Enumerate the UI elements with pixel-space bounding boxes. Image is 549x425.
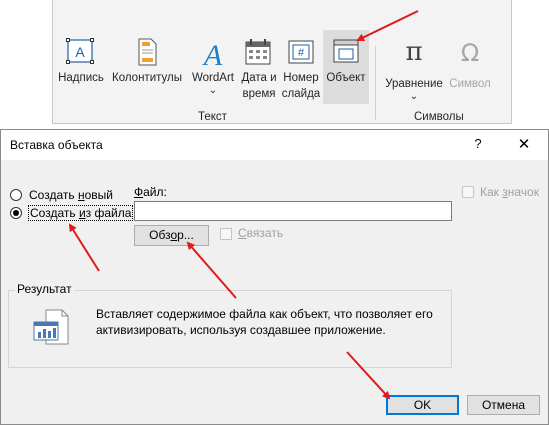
header-footer-label: Колонтитулы: [112, 72, 182, 84]
result-file-icon: [32, 308, 74, 348]
chevron-down-icon: ⌄: [409, 91, 419, 102]
result-label: Результат: [15, 282, 74, 296]
as-icon-checkbox[interactable]: [462, 186, 474, 198]
wordart-icon: A: [187, 36, 239, 72]
insert-object-dialog: Вставка объекта ? ✕ Создать новый Создат…: [0, 129, 549, 425]
group-label-text: Текст: [198, 111, 227, 123]
text-box-label: Надпись: [58, 72, 104, 84]
text-box-icon: A: [55, 36, 107, 70]
dialog-titlebar: Вставка объекта ? ✕: [1, 130, 548, 160]
pi-equation-icon: π: [381, 36, 447, 70]
slide-number-icon: #: [279, 36, 323, 70]
file-label: Файл:: [134, 185, 167, 199]
radio-create-new-label: Создать новый: [29, 188, 113, 202]
svg-text:A: A: [75, 44, 85, 60]
symbol-label: Символ: [449, 78, 491, 90]
date-time-label: Дата и время: [241, 72, 277, 100]
link-label: Связать: [238, 226, 284, 240]
svg-text:#: #: [298, 47, 305, 59]
omega-symbol-icon: Ω: [445, 36, 495, 70]
radio-create-from-file-label: Создать из файла: [27, 205, 134, 221]
dialog-title: Вставка объекта: [10, 138, 103, 152]
object-icon: [323, 36, 369, 70]
wordart-label: WordArt ⌄: [187, 70, 239, 96]
file-path-input[interactable]: [134, 201, 452, 221]
cancel-button[interactable]: Отмена: [467, 395, 540, 415]
ribbon-group-separator: [375, 46, 376, 120]
calendar-icon: [239, 36, 279, 70]
link-checkbox[interactable]: [220, 228, 232, 240]
svg-text:A: A: [202, 39, 223, 70]
object-button[interactable]: Объект: [323, 30, 369, 104]
help-button[interactable]: ?: [467, 136, 489, 154]
radio-circle[interactable]: [10, 189, 22, 201]
browse-button[interactable]: Обзор...: [134, 225, 209, 246]
close-icon[interactable]: ✕: [513, 135, 535, 155]
result-description: Вставляет содержимое файла как объект, ч…: [96, 307, 433, 337]
as-icon-label: Как значок: [480, 185, 539, 199]
group-label-symbols: Символы: [414, 111, 464, 123]
object-label: Объект: [326, 72, 366, 84]
slide-number-label: Номер слайда: [281, 72, 321, 100]
chevron-down-icon: ⌄: [208, 85, 218, 96]
radio-circle-checked[interactable]: [10, 207, 22, 219]
svg-text:Ω: Ω: [461, 39, 479, 67]
ok-button[interactable]: OK: [386, 395, 459, 415]
svg-text:π: π: [405, 37, 422, 67]
insert-ribbon: A Надпись Колонтитулы A WordArt ⌄ Дата и…: [52, 0, 512, 124]
header-footer-icon: [109, 36, 185, 70]
equation-label: Уравнение ⌄: [381, 76, 447, 102]
